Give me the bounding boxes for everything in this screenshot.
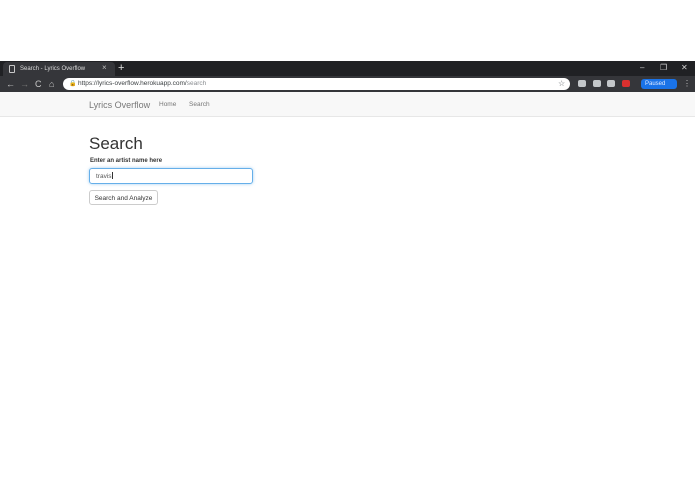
forward-icon[interactable]: → — [20, 78, 29, 90]
lock-icon: 🔒 — [69, 81, 77, 87]
minimize-icon[interactable]: – — [640, 62, 644, 74]
address-bar[interactable]: 🔒 https://lyrics-overflow.herokuapp.com/… — [63, 78, 570, 90]
tab-title: Search - Lyrics Overflow — [20, 66, 86, 72]
tab-search[interactable]: Search - Lyrics Overflow × — [3, 62, 115, 76]
tab-close-icon[interactable]: × — [102, 63, 107, 73]
site-navbar: Lyrics Overflow Home Search — [0, 92, 695, 117]
blank-top-area — [0, 0, 695, 61]
artist-search-input[interactable]: travis — [89, 168, 253, 184]
reload-icon[interactable]: C — [35, 78, 42, 90]
bookmark-star-icon[interactable]: ☆ — [558, 79, 565, 89]
extension-icon[interactable] — [578, 80, 586, 87]
nav-link-search[interactable]: Search — [189, 100, 210, 110]
profile-label: Paused — [645, 81, 666, 87]
page-content: Lyrics Overflow Home Search Search Enter… — [0, 92, 695, 494]
profile-button[interactable]: Paused — [641, 79, 677, 89]
search-and-analyze-button[interactable]: Search and Analyze — [89, 190, 158, 205]
artist-input-value: travis — [96, 172, 113, 180]
new-tab-button[interactable]: + — [118, 61, 124, 75]
page-title: Search — [89, 134, 143, 153]
text-caret — [111, 172, 113, 179]
artist-input-label: Enter an artist name here — [90, 158, 163, 164]
extension-icon[interactable] — [593, 80, 601, 87]
tab-strip: Search - Lyrics Overflow × + – ❐ ✕ — [0, 61, 695, 76]
button-label: Search and Analyze — [94, 195, 153, 202]
back-icon[interactable]: ← — [6, 78, 15, 90]
close-window-icon[interactable]: ✕ — [681, 62, 688, 74]
url-text: https://lyrics-overflow.herokuapp.com/se… — [78, 80, 207, 87]
nav-link-home[interactable]: Home — [159, 100, 176, 110]
extension-icon[interactable] — [622, 80, 630, 87]
site-brand[interactable]: Lyrics Overflow — [89, 99, 150, 111]
browser-menu-icon[interactable]: ⋮ — [683, 78, 691, 90]
maximize-icon[interactable]: ❐ — [660, 62, 667, 74]
browser-window: Search - Lyrics Overflow × + – ❐ ✕ ← → C… — [0, 61, 695, 494]
extension-icon[interactable] — [607, 80, 615, 87]
page-icon — [9, 65, 15, 73]
home-icon[interactable]: ⌂ — [49, 78, 54, 90]
browser-toolbar: ← → C ⌂ 🔒 https://lyrics-overflow.heroku… — [0, 76, 695, 92]
